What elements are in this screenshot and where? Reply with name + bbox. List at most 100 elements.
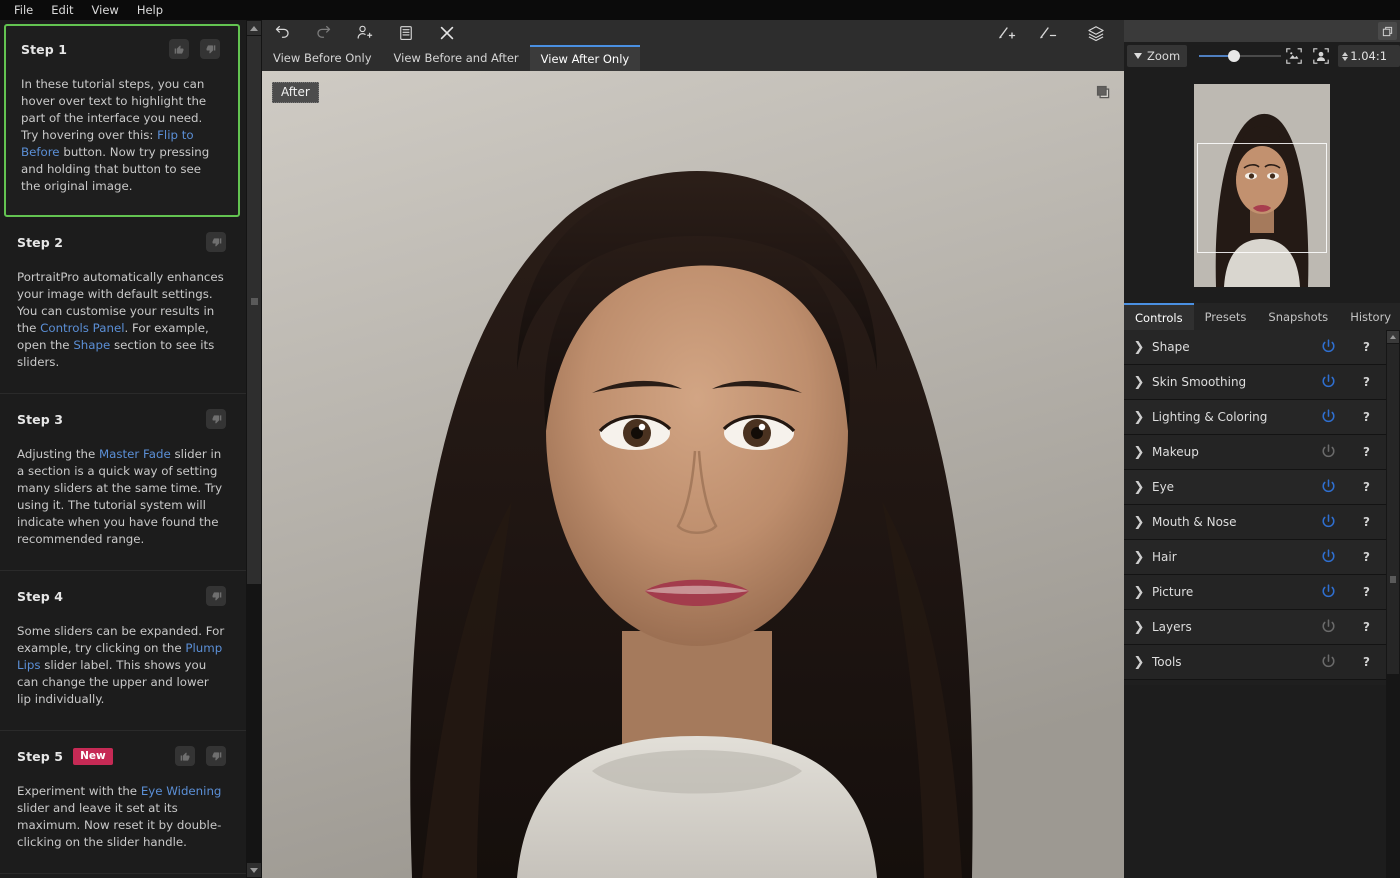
compare-windows-button[interactable] (1092, 82, 1114, 102)
tutorial-step-header: Step 4 (17, 585, 226, 607)
brush-add-button[interactable] (986, 20, 1027, 45)
view-tab-view-before-only[interactable]: View Before Only (262, 45, 383, 71)
scroll-down-arrow-icon[interactable] (247, 863, 261, 877)
tab-controls[interactable]: Controls (1124, 303, 1194, 330)
tutorial-link[interactable]: Master Fade (99, 447, 171, 461)
section-row-shape[interactable]: ❯Shape? (1124, 330, 1386, 365)
navigator-thumbnail[interactable] (1194, 84, 1330, 287)
section-power-toggle[interactable] (1320, 548, 1338, 566)
tutorial-step-3[interactable]: Step 3Adjusting the Master Fade slider i… (0, 394, 246, 571)
tab-history[interactable]: History (1339, 303, 1400, 330)
section-help-button[interactable]: ? (1363, 445, 1370, 459)
section-row-picture[interactable]: ❯Picture? (1124, 575, 1386, 610)
tutorial-scrollbar[interactable] (246, 20, 262, 878)
tutorial-link[interactable]: Shape (73, 338, 110, 352)
menu-view[interactable]: View (84, 1, 129, 20)
navigator-viewport-rect[interactable] (1197, 143, 1327, 253)
save-button[interactable] (385, 20, 426, 45)
section-help-button[interactable]: ? (1363, 410, 1370, 424)
thumbs-down-button[interactable] (200, 39, 220, 59)
zoom-collapse-toggle[interactable]: Zoom (1127, 45, 1187, 67)
section-row-hair[interactable]: ❯Hair? (1124, 540, 1386, 575)
undo-button[interactable] (262, 20, 303, 45)
chevron-right-icon: ❯ (1134, 585, 1144, 600)
zoom-slider[interactable] (1199, 45, 1278, 67)
tab-presets[interactable]: Presets (1194, 303, 1258, 330)
editor-center: View Before OnlyView Before and AfterVie… (262, 20, 1124, 878)
controls-scroll-up-arrow-icon[interactable] (1387, 331, 1399, 343)
tutorial-step-5[interactable]: Step 5NewExperiment with the Eye Widenin… (0, 731, 246, 874)
section-help-button[interactable]: ? (1363, 515, 1370, 529)
tutorial-text: slider label. This shows you can change … (17, 658, 209, 706)
fit-image-button[interactable] (1282, 45, 1305, 67)
thumbs-down-button[interactable] (206, 232, 226, 252)
zoom-level-field[interactable]: 1.04:1 (1338, 45, 1400, 67)
controls-scrollbar[interactable] (1386, 330, 1400, 878)
section-power-toggle[interactable] (1320, 338, 1338, 356)
view-tab-view-after-only[interactable]: View After Only (530, 45, 641, 71)
menu-edit[interactable]: Edit (43, 1, 83, 20)
navigator-panel[interactable] (1124, 70, 1400, 301)
zoom-level-value: 1.04:1 (1350, 49, 1387, 63)
section-help-button[interactable]: ? (1363, 480, 1370, 494)
thumbs-down-button[interactable] (206, 409, 226, 429)
tutorial-step-2[interactable]: Step 2PortraitPro automatically enhances… (0, 217, 246, 394)
menu-help[interactable]: Help (129, 1, 173, 20)
thumbs-up-button[interactable] (169, 39, 189, 59)
section-power-toggle[interactable] (1320, 373, 1338, 391)
section-help-button[interactable]: ? (1363, 550, 1370, 564)
section-row-eye[interactable]: ❯Eye? (1124, 470, 1386, 505)
section-row-mouth-nose[interactable]: ❯Mouth & Nose? (1124, 505, 1386, 540)
section-power-toggle[interactable] (1320, 653, 1338, 671)
section-power-toggle[interactable] (1320, 513, 1338, 531)
section-power-toggle[interactable] (1320, 618, 1338, 636)
tutorial-step-1[interactable]: Step 1In these tutorial steps, you can h… (4, 24, 240, 217)
thumbs-down-button[interactable] (206, 586, 226, 606)
scrollbar-thumb[interactable] (247, 36, 261, 584)
menubar: File Edit View Help (0, 0, 262, 20)
layers-button[interactable] (1068, 20, 1124, 45)
section-help-button[interactable]: ? (1363, 655, 1370, 669)
section-help-button[interactable]: ? (1363, 620, 1370, 634)
close-button[interactable] (426, 20, 467, 45)
tab-snapshots[interactable]: Snapshots (1257, 303, 1339, 330)
scroll-up-arrow-icon[interactable] (247, 21, 261, 35)
zoom-slider-handle[interactable] (1228, 50, 1240, 62)
view-tab-view-before-and-after[interactable]: View Before and After (383, 45, 530, 71)
section-label: Layers (1152, 620, 1192, 634)
right-panel-titlebar (1124, 20, 1400, 42)
section-power-toggle[interactable] (1320, 443, 1338, 461)
chevron-right-icon: ❯ (1134, 375, 1144, 390)
fit-face-button[interactable] (1309, 45, 1332, 67)
section-power-toggle[interactable] (1320, 408, 1338, 426)
section-row-layers[interactable]: ❯Layers? (1124, 610, 1386, 645)
restore-window-button[interactable] (1378, 22, 1397, 40)
section-power-toggle[interactable] (1320, 478, 1338, 496)
tutorial-step-4[interactable]: Step 4Some sliders can be expanded. For … (0, 571, 246, 731)
thumbs-down-button[interactable] (206, 746, 226, 766)
add-face-button[interactable] (344, 20, 385, 45)
section-row-lighting-coloring[interactable]: ❯Lighting & Coloring? (1124, 400, 1386, 435)
power-toggle-icon (1320, 443, 1337, 460)
zoom-toolbar: Zoom (1124, 42, 1400, 70)
portrait-illustration (262, 71, 1124, 878)
section-row-skin-smoothing[interactable]: ❯Skin Smoothing? (1124, 365, 1386, 400)
power-toggle-icon (1320, 513, 1337, 530)
section-label: Tools (1152, 655, 1182, 669)
section-row-tools[interactable]: ❯Tools? (1124, 645, 1386, 680)
controls-scrollbar-thumb[interactable] (1387, 344, 1399, 674)
tutorial-step-6[interactable]: Step 6NewOnce again, move the Eye Wideni… (0, 874, 246, 878)
thumbs-up-button[interactable] (175, 746, 195, 766)
tutorial-link[interactable]: Controls Panel (40, 321, 124, 335)
redo-button[interactable] (303, 20, 344, 45)
section-help-button[interactable]: ? (1363, 340, 1370, 354)
tutorial-step-title: Step 2 (17, 235, 63, 250)
section-row-makeup[interactable]: ❯Makeup? (1124, 435, 1386, 470)
tutorial-link[interactable]: Eye Widening (141, 784, 222, 798)
section-help-button[interactable]: ? (1363, 585, 1370, 599)
brush-remove-button[interactable] (1027, 20, 1068, 45)
image-canvas[interactable]: After (262, 71, 1124, 878)
menu-file[interactable]: File (6, 1, 43, 20)
section-help-button[interactable]: ? (1363, 375, 1370, 389)
section-power-toggle[interactable] (1320, 583, 1338, 601)
